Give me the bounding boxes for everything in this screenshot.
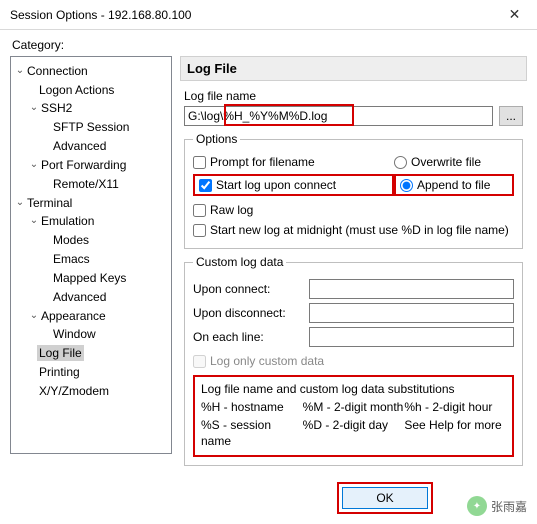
highlight-annotation: OK [337,482,433,514]
sub-m-upper: %M - 2-digit month [303,399,405,415]
ok-button[interactable]: OK [342,487,428,509]
tree-item-modes[interactable]: Modes [51,232,91,248]
tree-item-appearance[interactable]: Appearance [39,308,108,324]
tree-item-remote-x11[interactable]: Remote/X11 [51,176,121,192]
prompt-filename-checkbox[interactable]: Prompt for filename [193,152,394,172]
chevron-down-icon[interactable]: ⌄ [15,63,25,79]
sub-h-upper: %H - hostname [201,399,303,415]
close-icon: ✕ [509,6,521,23]
sub-s-upper: %S - session name [201,417,303,449]
window-title: Session Options - 192.168.80.100 [10,8,191,22]
title-bar: Session Options - 192.168.80.100 ✕ [0,0,537,30]
upon-disconnect-label: Upon disconnect: [193,306,303,320]
tree-item-port-forwarding[interactable]: Port Forwarding [39,157,128,173]
chevron-down-icon[interactable]: ⌄ [29,157,39,173]
sub-see-help: See Help for more [404,417,506,449]
options-legend: Options [193,132,240,146]
tree-item-log-file[interactable]: Log File [37,345,84,361]
chevron-down-icon[interactable]: ⌄ [29,213,39,229]
start-log-checkbox[interactable]: Start log upon connect [199,175,336,195]
each-line-label: On each line: [193,330,303,344]
upon-disconnect-input[interactable] [309,303,514,323]
substitutions-box: Log file name and custom log data substi… [193,375,514,457]
wechat-icon: ✦ [467,496,487,516]
tree-item-ssh2[interactable]: SSH2 [39,100,74,116]
tree-item-mapped-keys[interactable]: Mapped Keys [51,270,128,286]
highlight-annotation: Start log upon connect [193,174,394,196]
overwrite-radio[interactable]: Overwrite file [394,152,514,172]
custom-log-legend: Custom log data [193,255,286,269]
tree-item-emacs[interactable]: Emacs [51,251,92,267]
highlight-annotation: Append to file [394,174,514,196]
category-label: Category: [12,38,527,52]
page-title: Log File [180,56,527,81]
tree-item-printing[interactable]: Printing [37,364,82,380]
tree-item-advanced-2[interactable]: Advanced [51,289,108,305]
chevron-down-icon[interactable]: ⌄ [29,308,39,324]
tree-item-advanced[interactable]: Advanced [51,138,108,154]
tree-item-sftp-session[interactable]: SFTP Session [51,119,131,135]
tree-item-terminal[interactable]: Terminal [25,195,74,211]
midnight-checkbox[interactable]: Start new log at midnight (must use %D i… [193,220,514,240]
upon-connect-input[interactable] [309,279,514,299]
category-tree[interactable]: ⌄Connection Logon Actions ⌄SSH2 SFTP Ses… [10,56,172,454]
append-radio[interactable]: Append to file [400,175,490,195]
close-button[interactable]: ✕ [492,0,537,30]
log-file-name-input[interactable] [184,106,493,126]
tree-item-emulation[interactable]: Emulation [39,213,96,229]
custom-log-group: Custom log data Upon connect: Upon disco… [184,255,523,466]
sub-d-upper: %D - 2-digit day [303,417,405,449]
tree-item-window[interactable]: Window [51,326,98,342]
tree-item-xyzmodem[interactable]: X/Y/Zmodem [37,383,111,399]
log-only-custom-checkbox: Log only custom data [193,351,514,371]
chevron-down-icon[interactable]: ⌄ [15,195,25,211]
browse-button[interactable]: ... [499,106,523,126]
options-group: Options Prompt for filename Start log up… [184,132,523,249]
raw-log-checkbox[interactable]: Raw log [193,200,514,220]
upon-connect-label: Upon connect: [193,282,303,296]
chevron-down-icon[interactable]: ⌄ [29,100,39,116]
each-line-input[interactable] [309,327,514,347]
sub-h-lower: %h - 2-digit hour [404,399,506,415]
watermark: ✦ 张雨嘉 [467,496,527,516]
tree-item-connection[interactable]: Connection [25,63,90,79]
substitutions-title: Log file name and custom log data substi… [201,381,506,397]
log-file-name-label: Log file name [184,89,523,103]
tree-item-logon-actions[interactable]: Logon Actions [37,82,116,98]
